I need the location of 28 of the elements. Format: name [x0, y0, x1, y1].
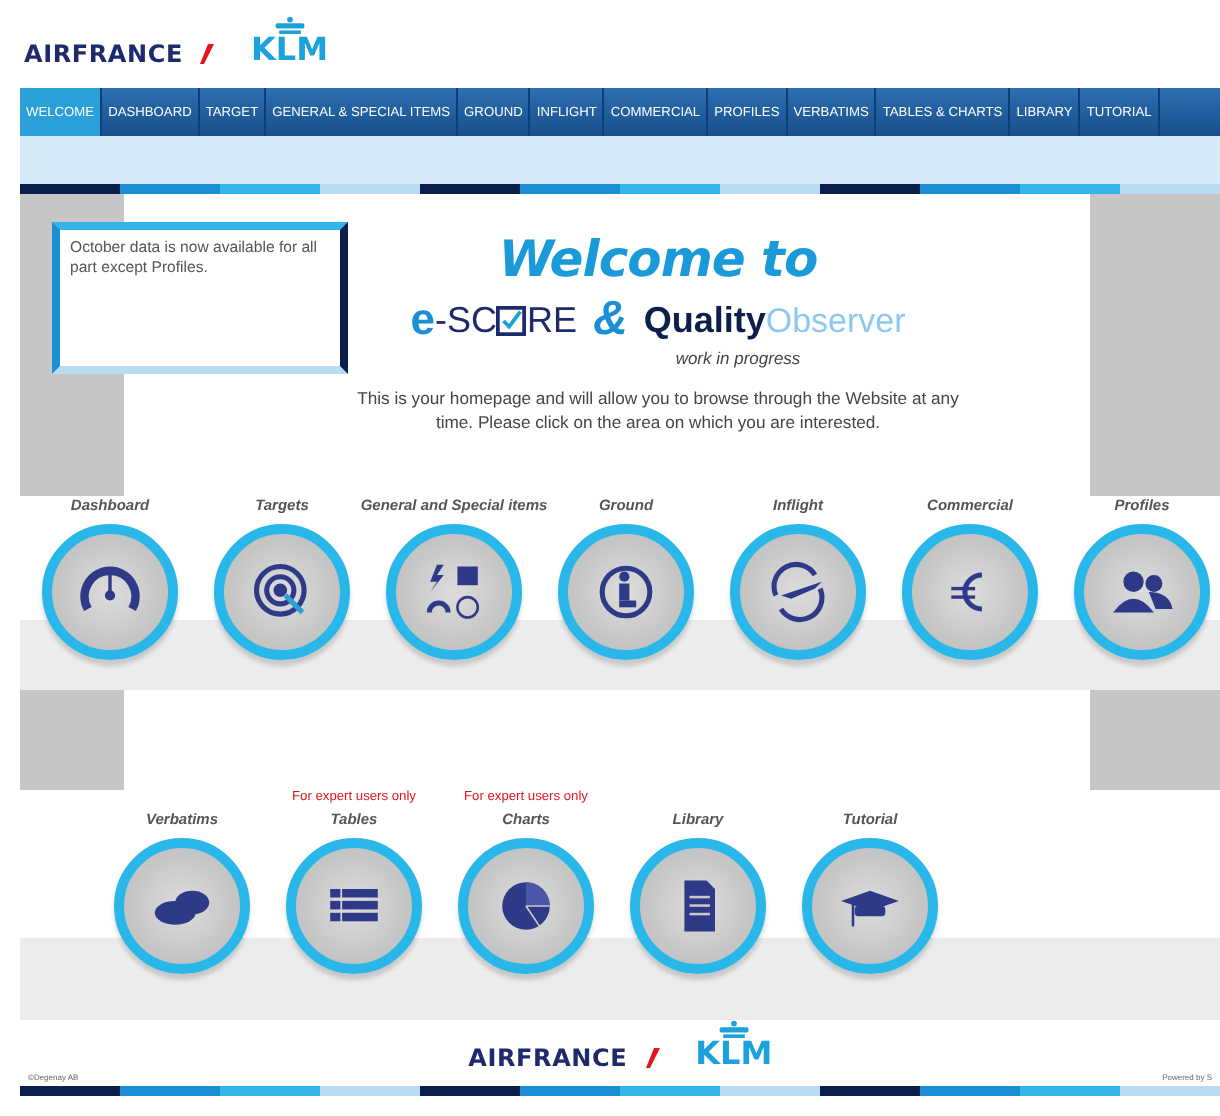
ampersand: & — [592, 292, 628, 348]
section-button[interactable] — [730, 523, 866, 660]
section-button[interactable] — [214, 523, 350, 660]
tagline: work in progress — [675, 348, 801, 368]
section-button[interactable] — [114, 837, 250, 974]
section-button[interactable] — [802, 837, 938, 974]
section-button[interactable] — [902, 523, 1038, 660]
welcome-title: Welcome to — [498, 230, 818, 288]
brand-wordmark: AIRFRANCE — [24, 41, 183, 65]
section-button[interactable] — [558, 523, 694, 660]
crown-icon — [271, 15, 308, 33]
footer-klm-wordmark: KLM — [695, 1038, 773, 1070]
section-button[interactable] — [42, 523, 178, 660]
section-button[interactable] — [630, 837, 766, 974]
footer-brand-wordmark: AIRFRANCE — [468, 1046, 628, 1070]
section-button[interactable] — [458, 837, 594, 974]
section-button[interactable] — [386, 523, 522, 660]
klm-wordmark: KLM — [250, 33, 328, 65]
intro-text: This is your homepage and will allow you to browse through the Website at any time. Please click on the area on which you are interested. — [355, 388, 961, 435]
section-button[interactable] — [286, 837, 422, 974]
checkbox-icon — [496, 305, 527, 335]
quality-logo-text: Quality — [643, 299, 766, 341]
observer-logo-text: Observer — [765, 301, 906, 339]
crown-icon — [715, 1020, 752, 1038]
section-button[interactable] — [1074, 523, 1210, 660]
escore-logo-text: RE — [526, 299, 577, 341]
escore-logo-e: e — [410, 294, 435, 346]
escore-logo-text: -SC — [434, 299, 497, 341]
